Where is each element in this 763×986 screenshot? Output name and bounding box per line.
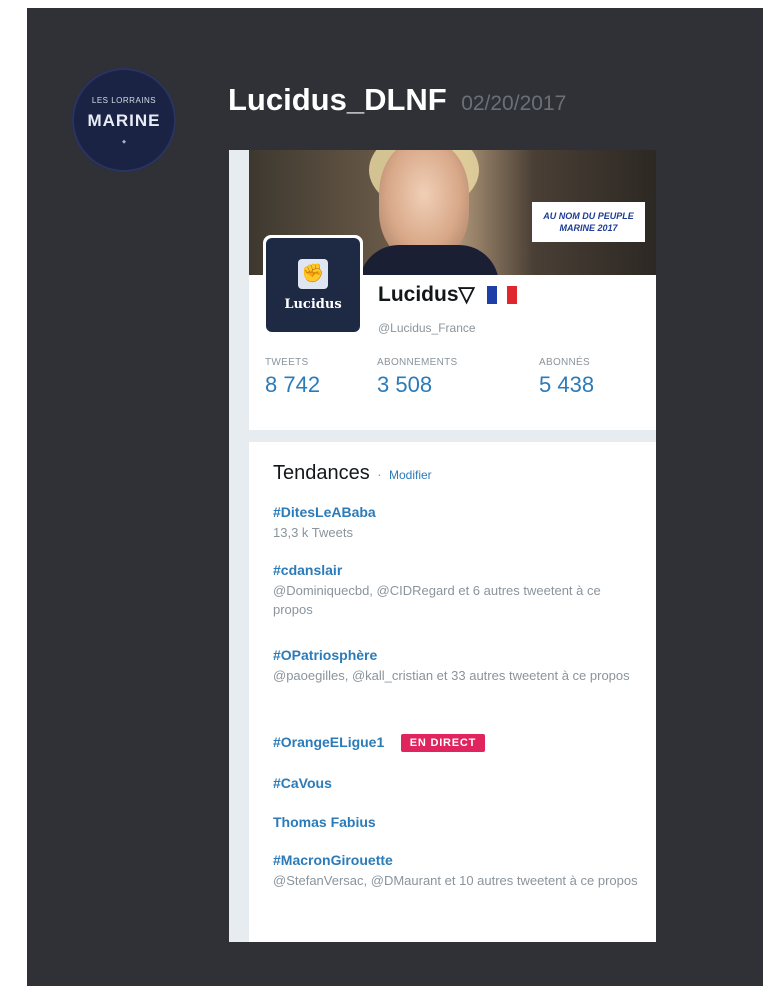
trend-item[interactable]: #DitesLeABaba 13,3 k Tweets — [273, 504, 643, 542]
stat-followers-label: ABONNÉS — [539, 357, 591, 368]
trend-tag[interactable]: #MacronGirouette — [273, 852, 643, 868]
trend-tag[interactable]: #CaVous — [273, 775, 643, 791]
french-flag-icon — [486, 286, 517, 305]
trend-tag[interactable]: #cdanslair — [273, 562, 643, 578]
banner-photo-face — [379, 150, 469, 260]
live-badge: EN DIRECT — [400, 734, 486, 752]
trend-item[interactable]: #OrangeELigue1 EN DIRECT — [273, 734, 643, 752]
stat-followers-value: 5 438 — [539, 372, 595, 397]
banner-slogan-line-1: AU NOM DU PEUPLE — [543, 211, 634, 221]
profile-handle[interactable]: @Lucidus_France — [378, 321, 476, 335]
trend-meta: @StefanVersac, @DMaurant et 10 autres tw… — [273, 873, 638, 888]
banner-photo-coat — [359, 245, 499, 275]
display-name-text: Lucidus▽ — [378, 283, 475, 306]
banner-slogan: AU NOM DU PEUPLE MARINE 2017 — [532, 202, 645, 242]
stat-tweets[interactable]: TWEETS 8 742 — [265, 357, 320, 398]
profile-display-name[interactable]: Lucidus▽ — [378, 282, 517, 307]
trends-separator: · — [377, 467, 382, 482]
trends-title: Tendances — [273, 462, 370, 484]
user-avatar[interactable]: LES LORRAINS MARINE ◆ — [72, 68, 176, 172]
trend-item[interactable]: #OPatriosphère @paoegilles, @kall_cristi… — [273, 647, 643, 685]
profile-summary: ✊ Lucidus Lucidus▽ @Lucidus_France TWEET… — [249, 235, 656, 430]
stat-followers[interactable]: ABONNÉS 5 438 — [539, 357, 594, 398]
stat-following-label: ABONNEMENTS — [377, 357, 458, 368]
avatar-big-text: MARINE — [87, 110, 161, 130]
trend-tag[interactable]: #OPatriosphère — [273, 647, 643, 663]
trend-meta: 13,3 k Tweets — [273, 525, 353, 540]
trends-edit-link[interactable]: Modifier — [389, 468, 432, 482]
banner-slogan-line-2: MARINE 2017 — [559, 223, 618, 233]
message-header: Lucidus_DLNF 02/20/2017 — [228, 82, 566, 118]
trends-header: Tendances · Modifier — [273, 462, 432, 485]
trend-item[interactable]: Thomas Fabius — [273, 814, 643, 830]
trend-item[interactable]: #cdanslair @Dominiquecbd, @CIDRegard et … — [273, 562, 643, 619]
stat-following-value: 3 508 — [377, 372, 433, 397]
trend-item[interactable]: #MacronGirouette @StefanVersac, @DMauran… — [273, 852, 643, 890]
avatar-small-text: LES LORRAINS — [91, 95, 157, 105]
stat-tweets-value: 8 742 — [265, 372, 321, 397]
stat-following[interactable]: ABONNEMENTS 3 508 — [377, 357, 458, 398]
profile-logo-text: Lucidus — [284, 296, 342, 312]
trend-item[interactable]: #CaVous — [273, 775, 643, 791]
fist-icon: ✊ — [298, 258, 328, 289]
embedded-screenshot[interactable]: AU NOM DU PEUPLE MARINE 2017 ✊ Lucidus L… — [229, 150, 656, 942]
profile-picture[interactable]: ✊ Lucidus — [263, 235, 363, 335]
trend-meta: @Dominiquecbd, @CIDRegard et 6 autres tw… — [273, 583, 601, 617]
avatar-logo-icon: ◆ — [122, 138, 126, 145]
trend-meta: @paoegilles, @kall_cristian et 33 autres… — [273, 668, 630, 683]
message-date: 02/20/2017 — [461, 92, 567, 115]
trends-panel: Tendances · Modifier #DitesLeABaba 13,3 … — [249, 442, 656, 942]
message-username[interactable]: Lucidus_DLNF — [228, 82, 447, 117]
trend-tag[interactable]: Thomas Fabius — [273, 814, 643, 830]
trend-tag[interactable]: #OrangeELigue1 — [273, 734, 384, 750]
stat-tweets-label: TWEETS — [265, 357, 309, 368]
trend-tag[interactable]: #DitesLeABaba — [273, 504, 643, 520]
